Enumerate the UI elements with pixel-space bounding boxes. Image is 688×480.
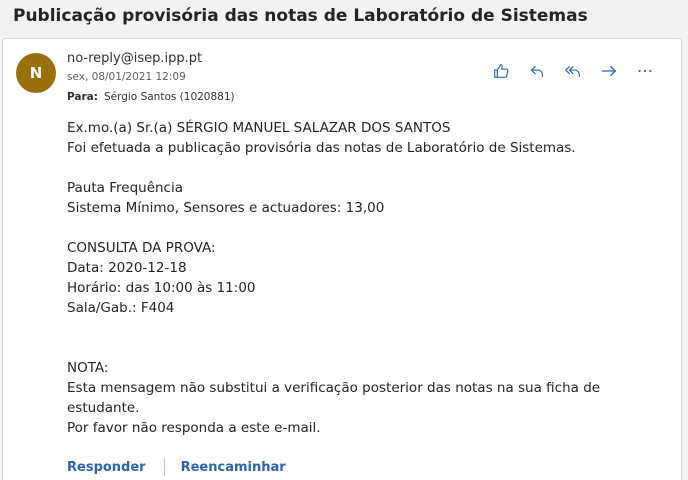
reading-pane: Publicação provisória das notas de Labor… xyxy=(0,0,688,480)
message-actions xyxy=(485,59,661,83)
reply-all-button[interactable] xyxy=(557,59,589,83)
body-line: Sistema Mínimo, Sensores e actuadores: 1… xyxy=(67,200,385,216)
forward-button[interactable] xyxy=(593,59,625,83)
footer-divider xyxy=(163,458,165,476)
message-card: N no-reply@isep.ipp.pt sex, 08/01/2021 1… xyxy=(2,38,682,480)
body-line: Data: 2020-12-18 xyxy=(67,260,187,276)
body-line: Pauta Frequência xyxy=(67,180,183,196)
body-line: NOTA: xyxy=(67,360,109,376)
body-line: Sala/Gab.: F404 xyxy=(67,300,175,316)
body-line: Por favor não responda a este e-mail. xyxy=(67,420,321,436)
body-line: Horário: das 10:00 às 11:00 xyxy=(67,280,256,296)
body-line xyxy=(67,218,600,238)
email-subject: Publicação provisória das notas de Labor… xyxy=(13,6,588,26)
like-button[interactable] xyxy=(485,59,517,83)
recipient-row: Para: Sérgio Santos (1020881) xyxy=(67,91,235,103)
avatar-initial: N xyxy=(29,64,43,82)
body-line: CONSULTA DA PROVA: xyxy=(67,240,216,256)
forward-icon xyxy=(602,65,616,77)
message-footer: Responder Reencaminhar xyxy=(67,458,286,476)
body-line xyxy=(67,158,600,178)
body-line: estudante. xyxy=(67,400,140,416)
sender-avatar[interactable]: N xyxy=(16,53,56,93)
body-line xyxy=(67,318,600,338)
thumbs-up-icon xyxy=(494,64,509,78)
reply-link[interactable]: Responder xyxy=(67,460,146,475)
reply-button[interactable] xyxy=(521,59,553,83)
sender-address[interactable]: no-reply@isep.ipp.pt xyxy=(67,51,202,66)
body-line: Esta mensagem não substitui a verificaçã… xyxy=(67,380,601,396)
recipient-name[interactable]: Sérgio Santos (1020881) xyxy=(104,91,235,103)
body-line: Foi efetuada a publicação provisória das… xyxy=(67,140,576,156)
more-icon xyxy=(638,69,652,73)
reply-icon xyxy=(531,65,543,77)
message-body: Ex.mo.(a) Sr.(a) SÉRGIO MANUEL SALAZAR D… xyxy=(67,118,600,438)
forward-link[interactable]: Reencaminhar xyxy=(181,460,286,475)
to-label: Para: xyxy=(67,91,98,103)
more-actions-button[interactable] xyxy=(629,59,661,83)
body-line xyxy=(67,338,600,358)
reply-all-icon xyxy=(565,65,580,77)
message-date: sex, 08/01/2021 12:09 xyxy=(67,71,186,83)
body-line: Ex.mo.(a) Sr.(a) SÉRGIO MANUEL SALAZAR D… xyxy=(67,120,451,136)
